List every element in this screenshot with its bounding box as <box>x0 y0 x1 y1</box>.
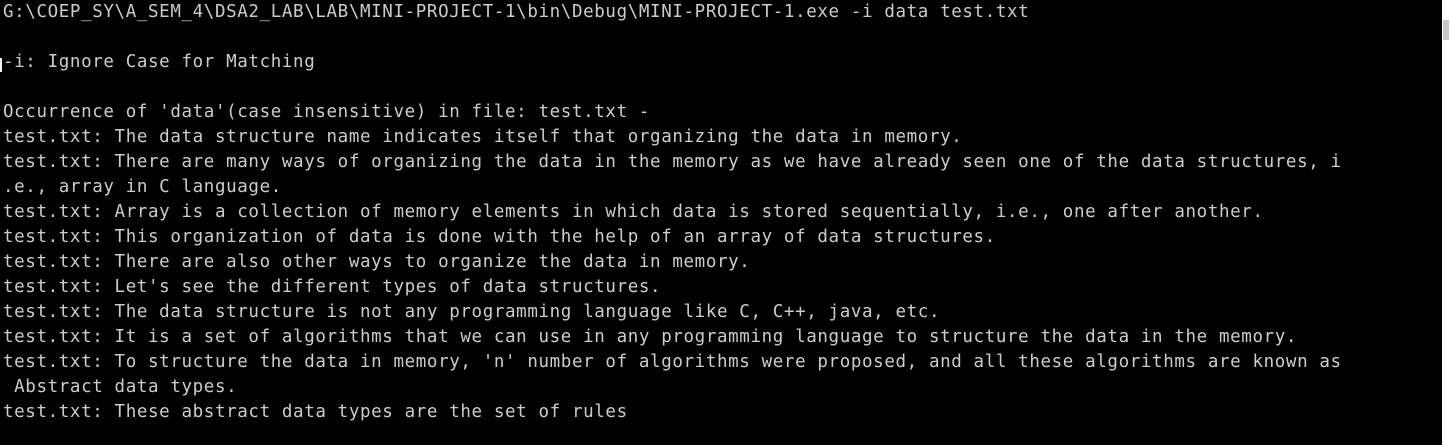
match-line-wrap: .e., array in C language. <box>3 177 282 197</box>
option-info-line: -i: Ignore Case for Matching <box>3 52 316 72</box>
match-line: test.txt: There are also other ways to o… <box>3 252 751 272</box>
console-output: G:\COEP_SY\A_SEM_4\DSA2_LAB\LAB\MINI-PRO… <box>0 0 1442 445</box>
match-line: test.txt: This organization of data is d… <box>3 227 996 247</box>
command-line: G:\COEP_SY\A_SEM_4\DSA2_LAB\LAB\MINI-PRO… <box>3 2 1030 22</box>
match-line: test.txt: The data structure is not any … <box>3 302 941 322</box>
match-line-wrap: Abstract data types. <box>3 377 238 397</box>
match-line: test.txt: There are many ways of organiz… <box>3 152 1342 172</box>
match-line: test.txt: The data structure name indica… <box>3 127 963 147</box>
match-line: test.txt: Let's see the different types … <box>3 277 662 297</box>
match-line: test.txt: These abstract data types are … <box>3 402 628 422</box>
match-line: test.txt: Array is a collection of memor… <box>3 202 1264 222</box>
match-line: test.txt: To structure the data in memor… <box>3 352 1342 372</box>
scrollbar-thumb[interactable] <box>1443 20 1449 40</box>
result-header: Occurrence of 'data'(case insensitive) i… <box>3 102 651 122</box>
vertical-scrollbar[interactable] <box>1442 0 1450 445</box>
match-line: test.txt: It is a set of algorithms that… <box>3 327 1298 347</box>
text-cursor <box>0 58 2 72</box>
